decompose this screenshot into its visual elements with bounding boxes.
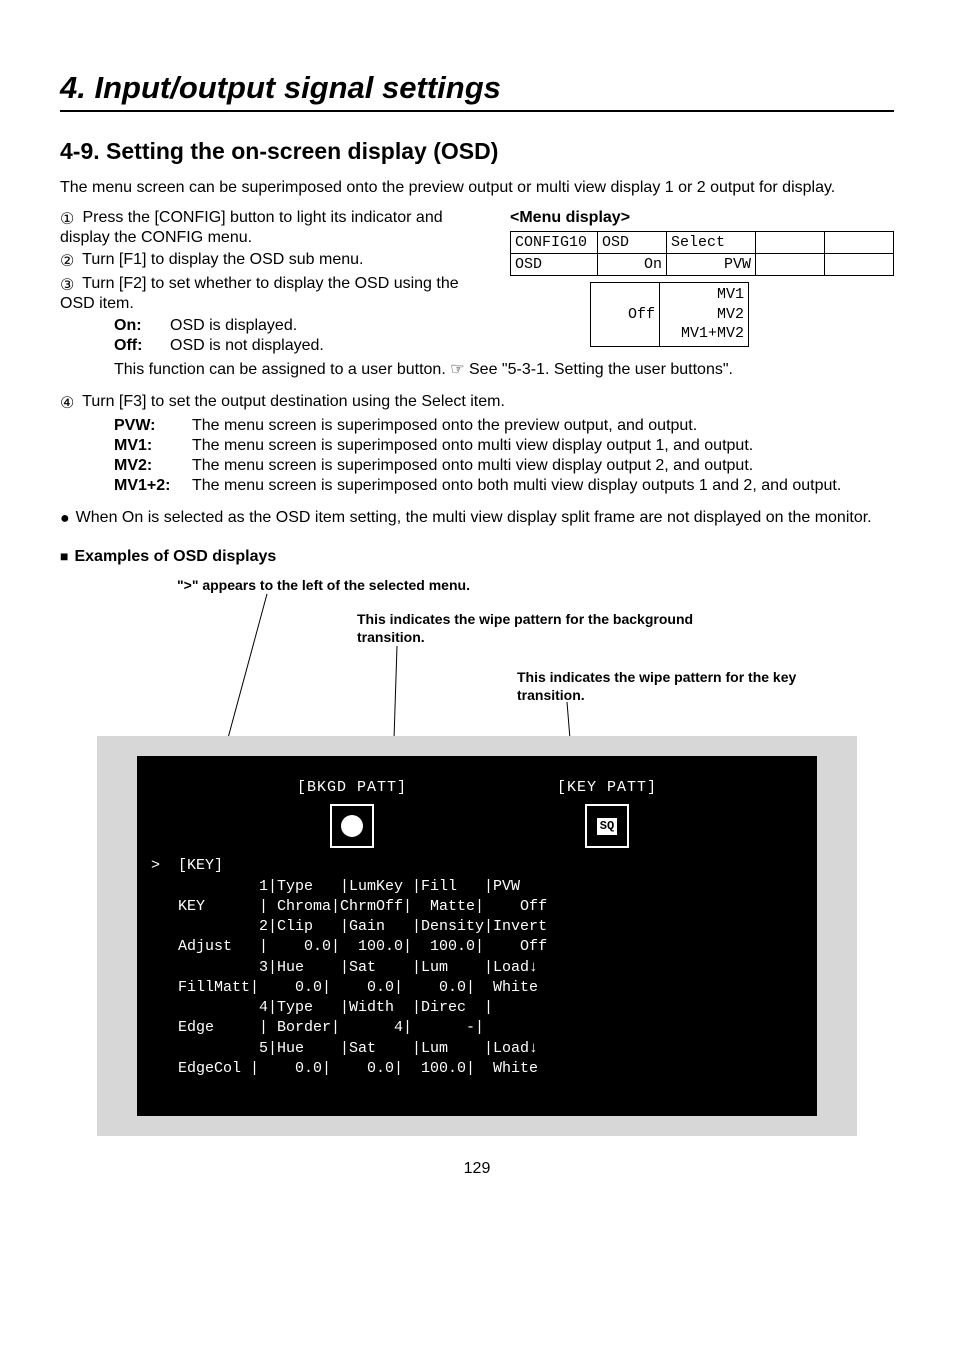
note-bullet: ● When On is selected as the OSD item se… <box>60 509 894 528</box>
menu-r1c3: Select <box>667 232 756 254</box>
menu-r2c4 <box>756 254 825 276</box>
menu-r2c3: PVW <box>667 254 756 276</box>
pvw-desc: The menu screen is superimposed onto the… <box>192 417 697 435</box>
mv1-desc: The menu screen is superimposed onto mul… <box>192 437 753 455</box>
bkgd-pattern-label: [BKGD PATT] <box>297 778 407 798</box>
on-label: On: <box>114 317 166 335</box>
examples-heading: ■ Examples of OSD displays <box>60 548 894 566</box>
step-4-mv1: MV1: The menu screen is superimposed ont… <box>114 437 894 455</box>
step-1-text: Press the [CONFIG] button to light its i… <box>60 209 443 246</box>
section-title: 4-9. Setting the on-screen display (OSD) <box>60 138 894 165</box>
step-3-off: Off: OSD is not displayed. <box>114 337 496 355</box>
menu-r1c1: CONFIG10 <box>511 232 598 254</box>
step-4-text: Turn [F3] to set the output destination … <box>82 393 505 410</box>
menu-sub-off: Off <box>591 283 660 347</box>
step-4-mv2: MV2: The menu screen is superimposed ont… <box>114 457 894 475</box>
mv1-label: MV1: <box>114 437 188 455</box>
key-pattern-label: [KEY PATT] <box>557 778 657 798</box>
note-text: When On is selected as the OSD item sett… <box>76 509 872 528</box>
menu-sub-mv2: MV2 <box>664 305 744 325</box>
pvw-label: PVW: <box>114 417 188 435</box>
step-2-number: ② <box>60 251 78 271</box>
step-3: ③ Turn [F2] to set whether to display th… <box>60 275 496 313</box>
osd-example-panel: [BKGD PATT] [KEY PATT] SQ > [KEY] 1|Type… <box>97 736 857 1136</box>
step-3-number: ③ <box>60 275 78 295</box>
chapter-title: 4. Input/output signal settings <box>60 70 894 112</box>
step-3-text: Turn [F2] to set whether to display the … <box>60 275 459 312</box>
mv2-desc: The menu screen is superimposed onto mul… <box>192 457 753 475</box>
bullet-icon: ● <box>60 509 70 528</box>
step-4-number: ④ <box>60 393 78 413</box>
menu-r1c5 <box>825 232 894 254</box>
step-1-number: ① <box>60 209 78 229</box>
on-desc: OSD is displayed. <box>170 317 297 335</box>
step-1: ① Press the [CONFIG] button to light its… <box>60 209 496 247</box>
menu-r1c4 <box>756 232 825 254</box>
step-2-text: Turn [F1] to display the OSD sub menu. <box>82 251 363 268</box>
mv12-desc: The menu screen is superimposed onto bot… <box>192 477 841 495</box>
off-desc: OSD is not displayed. <box>170 337 324 355</box>
menu-sub-mv1: MV1 <box>664 285 744 305</box>
key-pattern-block: [KEY PATT] SQ <box>557 778 657 848</box>
square-icon: ■ <box>60 548 68 566</box>
step-2: ② Turn [F1] to display the OSD sub menu. <box>60 251 496 271</box>
bkgd-pattern-icon <box>330 804 374 848</box>
mv2-label: MV2: <box>114 457 188 475</box>
menu-display-heading: <Menu display> <box>510 209 894 227</box>
function-note: This function can be assigned to a user … <box>60 359 894 379</box>
menu-display-table-sub: Off MV1 MV2 MV1+MV2 <box>590 282 749 347</box>
key-pattern-sq: SQ <box>597 818 617 834</box>
step-3-on: On: OSD is displayed. <box>114 317 496 335</box>
menu-r2c5 <box>825 254 894 276</box>
menu-r2c1: OSD <box>511 254 598 276</box>
key-pattern-icon: SQ <box>585 804 629 848</box>
off-label: Off: <box>114 337 166 355</box>
step-4-mv12: MV1+2: The menu screen is superimposed o… <box>114 477 894 495</box>
examples-heading-text: Examples of OSD displays <box>74 548 276 566</box>
osd-screen: [BKGD PATT] [KEY PATT] SQ > [KEY] 1|Type… <box>137 756 817 1116</box>
menu-r2c2: On <box>598 254 667 276</box>
page-number: 129 <box>60 1160 894 1178</box>
osd-menu-text: > [KEY] 1|Type |LumKey |Fill |PVW KEY | … <box>151 856 775 1079</box>
menu-r1c2: OSD <box>598 232 667 254</box>
section-intro: The menu screen can be superimposed onto… <box>60 179 894 197</box>
mv12-label: MV1+2: <box>114 477 188 495</box>
menu-sub-mv12: MV1+MV2 <box>664 324 744 344</box>
step-4-pvw: PVW: The menu screen is superimposed ont… <box>114 417 894 435</box>
bkgd-pattern-block: [BKGD PATT] <box>297 778 407 848</box>
menu-display-table-main: CONFIG10 OSD Select OSD On PVW <box>510 231 894 276</box>
step-4: ④ Turn [F3] to set the output destinatio… <box>60 393 894 413</box>
